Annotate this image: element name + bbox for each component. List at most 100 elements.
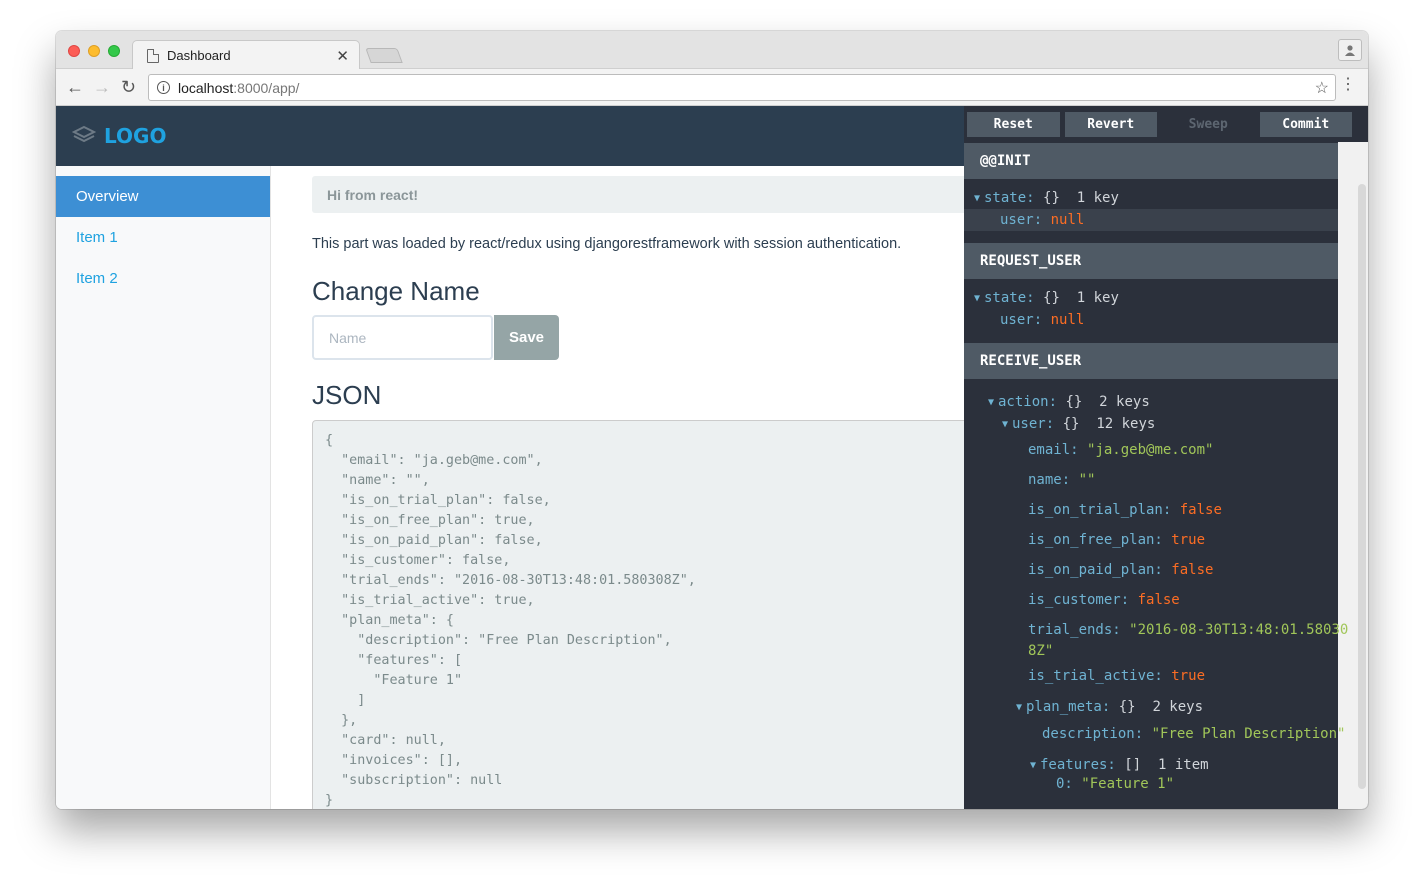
user-row[interactable]: ▼ user: {} 12 keys: [964, 413, 1338, 435]
sidebar-item-overview[interactable]: Overview: [56, 176, 270, 217]
email-row: email: "ja.geb@me.com": [964, 435, 1338, 465]
layers-icon: [72, 125, 96, 143]
action-key: action:: [998, 394, 1058, 410]
field-value: true: [1171, 532, 1206, 548]
caret-down-icon[interactable]: ▼: [970, 193, 984, 204]
minimize-window-button[interactable]: [88, 45, 100, 57]
revert-button[interactable]: Revert: [1064, 112, 1157, 137]
sidebar: Overview Item 1 Item 2: [56, 166, 271, 809]
state-key: state:: [984, 290, 1035, 306]
field-value: false: [1137, 592, 1180, 608]
forward-arrow-icon[interactable]: →: [93, 77, 111, 97]
caret-down-icon[interactable]: ▼: [1012, 702, 1026, 713]
save-button[interactable]: Save: [494, 315, 559, 360]
field-value-cont: 8Z": [1028, 643, 1054, 659]
free-plan-row: is_on_free_plan: true: [964, 525, 1338, 555]
address-bar[interactable]: i localhost:8000/app/ ☆: [148, 74, 1336, 101]
field-value: "": [1078, 472, 1096, 488]
user-braces: {}: [1062, 416, 1080, 432]
close-window-button[interactable]: [68, 45, 80, 57]
state-key: state:: [984, 190, 1035, 206]
reset-button[interactable]: Reset: [967, 112, 1060, 137]
field-key: is_trial_active:: [1028, 668, 1163, 684]
user-count: 12 keys: [1096, 416, 1156, 432]
caret-down-icon[interactable]: ▼: [998, 419, 1012, 430]
customer-row: is_customer: false: [964, 585, 1338, 615]
field-key: trial_ends:: [1028, 622, 1121, 638]
meta-braces: {}: [1118, 699, 1136, 715]
field-key: features:: [1040, 757, 1116, 773]
state-count: 1 key: [1076, 290, 1119, 306]
browser-toolbar: ← → ↻ i localhost:8000/app/ ☆ ⋮: [56, 69, 1368, 106]
state-braces: {}: [1043, 290, 1060, 306]
field-value: true: [1171, 668, 1206, 684]
caret-down-icon[interactable]: ▼: [984, 397, 998, 408]
user-key: user:: [1012, 416, 1055, 432]
title-bar: Dashboard ✕: [56, 31, 1368, 70]
field-value: "Feature 1": [1081, 776, 1175, 792]
new-tab-button[interactable]: [365, 48, 403, 63]
commit-button[interactable]: Commit: [1259, 112, 1352, 137]
field-key: is_on_trial_plan:: [1028, 502, 1172, 518]
url-host: localhost: [178, 79, 234, 96]
state-braces: {}: [1043, 190, 1060, 206]
paid-plan-row: is_on_paid_plan: false: [964, 555, 1338, 585]
logo-text: LOGO: [104, 124, 167, 148]
profile-button[interactable]: [1338, 39, 1362, 61]
document-icon: [147, 48, 159, 63]
action-state-request-user: ▼ state: {} 1 key user: null: [964, 279, 1338, 343]
browser-window: Dashboard ✕ ← → ↻ i localhost:8000/app/ …: [56, 31, 1368, 809]
sidebar-item-item-1[interactable]: Item 1: [56, 217, 270, 258]
user-value: null: [1050, 312, 1085, 328]
sidebar-item-item-2[interactable]: Item 2: [56, 258, 270, 299]
sweep-button[interactable]: Sweep: [1162, 112, 1255, 137]
devtools-button-bar: Reset Revert Sweep Commit: [964, 106, 1368, 142]
field-key: is_on_free_plan:: [1028, 532, 1163, 548]
reload-icon[interactable]: ↻: [121, 77, 136, 97]
field-value: "ja.geb@me.com": [1087, 442, 1214, 458]
action-header-request-user[interactable]: REQUEST_USER: [964, 243, 1338, 279]
maximize-window-button[interactable]: [108, 45, 120, 57]
field-key: 0:: [1056, 776, 1073, 792]
logo[interactable]: LOGO: [72, 124, 166, 148]
caret-down-icon[interactable]: ▼: [1026, 760, 1040, 771]
action-row[interactable]: ▼ action: {} 2 keys: [964, 391, 1338, 413]
state-row[interactable]: ▼ state: {} 1 key: [964, 187, 1338, 209]
trial-ends-row-cont: 8Z": [964, 641, 1338, 661]
tab-title: Dashboard: [167, 48, 231, 63]
features-count: 1 item: [1158, 757, 1209, 773]
description-text: This part was loaded by react/redux usin…: [312, 236, 902, 252]
user-row: user: null: [964, 309, 1338, 331]
field-key: description:: [1042, 726, 1144, 742]
action-header-init[interactable]: @@INIT: [964, 143, 1338, 179]
action-count: 2 keys: [1099, 394, 1150, 410]
alert-message: Hi from react!: [312, 176, 972, 213]
trial-active-row: is_trial_active: true: [964, 661, 1338, 691]
bookmark-star-icon[interactable]: ☆: [1315, 78, 1329, 98]
scrollbar-track[interactable]: [1338, 142, 1368, 809]
action-braces: {}: [1065, 394, 1083, 410]
person-icon: [1345, 45, 1355, 56]
plan-description-row: description: "Free Plan Description": [964, 723, 1345, 745]
json-heading: JSON: [312, 380, 382, 410]
plan-meta-row[interactable]: ▼ plan_meta: {} 2 keys: [964, 691, 1338, 723]
back-arrow-icon[interactable]: ←: [66, 77, 84, 97]
info-icon[interactable]: i: [157, 81, 170, 94]
redux-devtools-panel: Reset Revert Sweep Commit @@INIT ▼ state…: [964, 106, 1368, 809]
feature-item-row: 0: "Feature 1": [964, 776, 1338, 792]
action-header-receive-user[interactable]: RECEIVE_USER: [964, 343, 1338, 379]
caret-down-icon[interactable]: ▼: [970, 293, 984, 304]
kebab-menu-icon[interactable]: ⋮: [1340, 76, 1356, 94]
scrollbar-thumb[interactable]: [1358, 184, 1366, 789]
browser-tab[interactable]: Dashboard ✕: [132, 40, 360, 70]
field-key: name:: [1028, 472, 1071, 488]
main-content: Hi from react! This part was loaded by r…: [312, 166, 972, 809]
name-input[interactable]: [312, 315, 493, 360]
close-tab-icon[interactable]: ✕: [336, 47, 349, 65]
field-key: email:: [1028, 442, 1079, 458]
state-row[interactable]: ▼ state: {} 1 key: [964, 287, 1338, 309]
state-count: 1 key: [1076, 190, 1119, 206]
user-key: user:: [1000, 212, 1043, 228]
trial-plan-row: is_on_trial_plan: false: [964, 495, 1338, 525]
user-key: user:: [1000, 312, 1043, 328]
